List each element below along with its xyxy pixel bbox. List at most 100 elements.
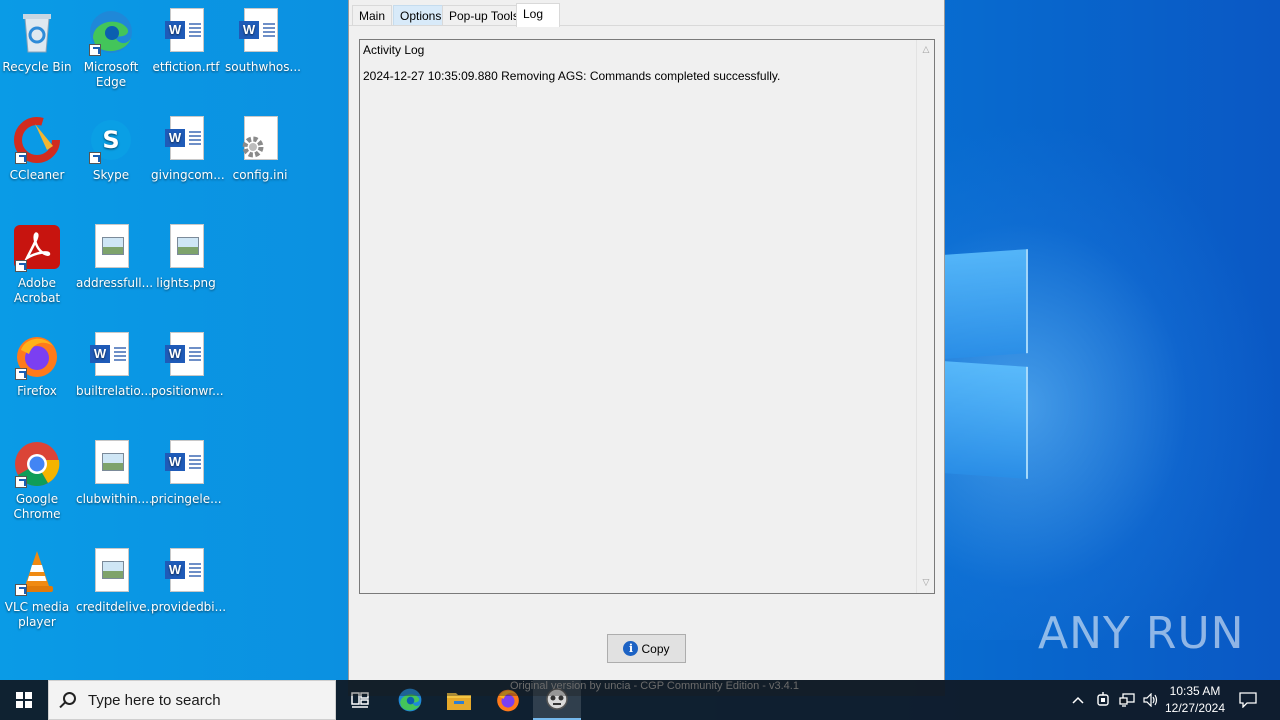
- chevron-up-icon: [1072, 696, 1084, 704]
- desktop-icon-label: builtrelatio...: [76, 384, 152, 398]
- shortcut-arrow-icon: [15, 368, 27, 380]
- desktop-icon-image-file[interactable]: creditdelive...: [76, 548, 158, 615]
- shortcut-arrow-icon: [15, 260, 27, 272]
- desktop-icon-image-file[interactable]: addressfull...: [76, 224, 154, 291]
- notification-icon: [1239, 692, 1257, 708]
- activity-log-panel: Activity Log 2024-12-27 10:35:09.880 Rem…: [359, 39, 935, 594]
- shortcut-arrow-icon: [15, 152, 27, 164]
- tab-options[interactable]: Options: [393, 5, 449, 25]
- desktop-icon-word-document[interactable]: W givingcom...: [151, 116, 225, 183]
- recycle-bin-icon: [13, 8, 61, 56]
- image-file-icon: [87, 440, 135, 488]
- log-entry: 2024-12-27 10:35:09.880 Removing AGS: Co…: [363, 69, 781, 83]
- word-document-icon: W: [162, 8, 210, 56]
- desktop-icon-word-document[interactable]: W positionwr...: [151, 332, 224, 399]
- show-hidden-icons-button[interactable]: [1068, 680, 1088, 720]
- app-window: Main Options Pop-up Tools Log Activity L…: [348, 0, 945, 680]
- desktop-icon-label: pricingele...: [151, 492, 222, 506]
- tray-device-button[interactable]: [1092, 680, 1114, 720]
- image-file-icon: [162, 224, 210, 272]
- shortcut-arrow-icon: [89, 44, 101, 56]
- anyrun-watermark: ANY RUN: [1038, 608, 1245, 659]
- desktop-icon-label: lights.png: [156, 276, 216, 290]
- desktop-icon-word-document[interactable]: W southwhos...: [225, 8, 301, 75]
- action-center-button[interactable]: [1234, 680, 1262, 720]
- clock-time: 10:35 AM: [1169, 684, 1221, 698]
- tab-bar: Main Options Pop-up Tools Log: [349, 0, 944, 27]
- search-icon: [63, 692, 76, 705]
- google-chrome-icon: [13, 440, 61, 488]
- device-icon: [1097, 692, 1109, 706]
- desktop-icon-label: Firefox: [17, 384, 57, 398]
- desktop-icon-word-document[interactable]: W providedbi...: [151, 548, 227, 615]
- desktop-icon-label: config.ini: [232, 168, 288, 182]
- windows-start-icon: [16, 692, 32, 708]
- desktop-icon-label: Skype: [92, 168, 130, 182]
- start-button[interactable]: [0, 680, 48, 720]
- edge-icon: [87, 8, 135, 56]
- vlc-cone-icon: [13, 548, 61, 596]
- tab-log[interactable]: Log: [516, 3, 560, 27]
- desktop-icon-image-file[interactable]: lights.png: [151, 224, 221, 291]
- desktop-icon-label: etfiction.rtf: [152, 60, 220, 74]
- desktop-icon-label: clubwithin....: [76, 492, 153, 506]
- settings-file-icon: [236, 116, 284, 164]
- desktop-icon-label: CCleaner: [9, 168, 65, 182]
- shortcut-arrow-icon: [15, 584, 27, 596]
- desktop-icon-adobe-acrobat[interactable]: Adobe Acrobat: [2, 224, 72, 306]
- desktop-icon-label: givingcom...: [151, 168, 225, 182]
- taskbar-clock[interactable]: 10:35 AM 12/27/2024: [1160, 683, 1230, 717]
- skype-icon: S: [87, 116, 135, 164]
- tray-volume-button[interactable]: [1140, 680, 1162, 720]
- word-document-icon: W: [162, 548, 210, 596]
- svg-text:S: S: [102, 126, 119, 154]
- adobe-acrobat-icon: [13, 224, 61, 272]
- desktop-icon-label: Microsoft Edge: [83, 60, 139, 89]
- scroll-up-icon[interactable]: △: [921, 45, 931, 55]
- desktop-icon-label: southwhos...: [225, 60, 301, 74]
- volume-icon: [1143, 693, 1158, 707]
- desktop-icon-word-document[interactable]: W etfiction.rtf: [151, 8, 221, 75]
- tab-main[interactable]: Main: [352, 5, 393, 25]
- desktop-icon-label: positionwr...: [151, 384, 224, 398]
- tray-network-button[interactable]: [1116, 680, 1138, 720]
- desktop-icon-label: Recycle Bin: [2, 60, 72, 74]
- word-document-icon: W: [162, 332, 210, 380]
- desktop-icon-ccleaner[interactable]: CCleaner: [2, 116, 72, 183]
- desktop-icon-vlc-media-player[interactable]: VLC media player: [2, 548, 72, 630]
- desktop-icon-label: VLC media player: [4, 600, 70, 629]
- desktop-icon-firefox[interactable]: Firefox: [2, 332, 72, 399]
- copy-button[interactable]: i Copy: [607, 634, 686, 663]
- taskbar-search-box[interactable]: Type here to search: [48, 680, 336, 720]
- desktop-icon-microsoft-edge[interactable]: Microsoft Edge: [76, 8, 146, 90]
- desktop-icon-recycle-bin[interactable]: Recycle Bin: [2, 8, 72, 75]
- desktop-icon-image-file[interactable]: clubwithin....: [76, 440, 153, 507]
- image-file-icon: [87, 548, 135, 596]
- activity-log-title: Activity Log: [363, 43, 425, 57]
- word-document-icon: W: [236, 8, 284, 56]
- app-status-text: Original version by uncia - CGP Communit…: [510, 680, 799, 692]
- desktop-icon-label: providedbi...: [151, 600, 227, 614]
- clock-date: 12/27/2024: [1164, 701, 1226, 715]
- word-document-icon: W: [162, 440, 210, 488]
- desktop-icon-label: addressfull...: [76, 276, 154, 290]
- desktop-icon-google-chrome[interactable]: Google Chrome: [2, 440, 72, 522]
- ccleaner-icon: [13, 116, 61, 164]
- word-document-icon: W: [162, 116, 210, 164]
- tab-popup-tools[interactable]: Pop-up Tools: [442, 5, 526, 25]
- log-scrollbar[interactable]: △ ▽: [916, 40, 934, 593]
- copy-button-label: Copy: [641, 641, 670, 656]
- info-icon: i: [623, 641, 639, 656]
- desktop-icon-word-document[interactable]: W builtrelatio...: [76, 332, 152, 399]
- desktop-icon-label: creditdelive...: [76, 600, 158, 614]
- desktop-icon-skype[interactable]: S Skype: [76, 116, 146, 183]
- search-placeholder: Type here to search: [88, 692, 221, 709]
- desktop-icon-word-document[interactable]: W pricingele...: [151, 440, 222, 507]
- windows-logo-wallpaper: [944, 238, 1034, 488]
- desktop-icon-config-file[interactable]: config.ini: [225, 116, 295, 183]
- word-document-icon: W: [87, 332, 135, 380]
- scroll-down-icon[interactable]: ▽: [921, 578, 931, 588]
- firefox-icon: [13, 332, 61, 380]
- shortcut-arrow-icon: [89, 152, 101, 164]
- desktop-icon-label: Adobe Acrobat: [13, 276, 61, 305]
